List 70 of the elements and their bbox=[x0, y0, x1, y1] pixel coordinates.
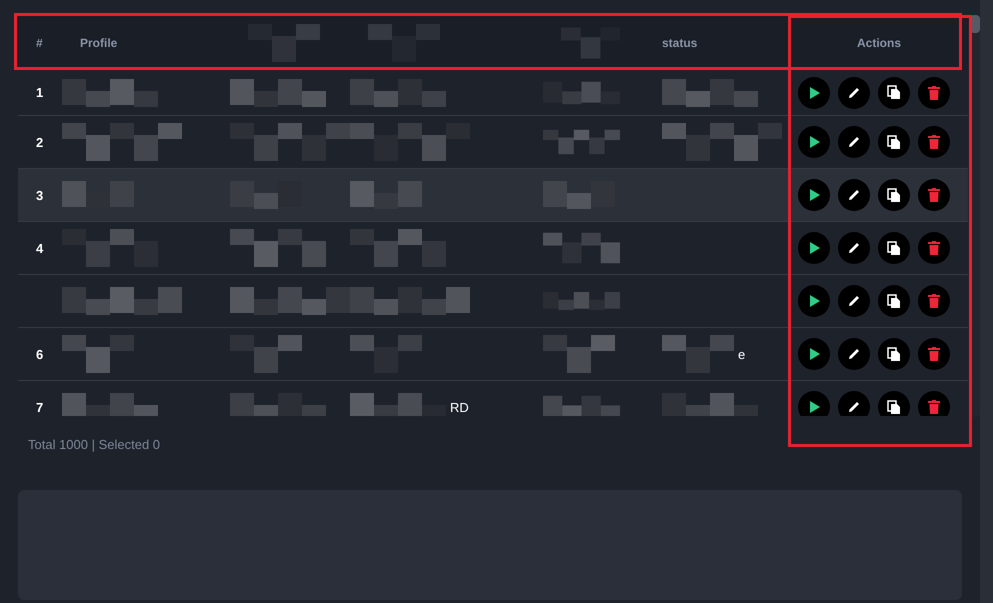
play-icon bbox=[807, 241, 821, 255]
column-header: Actions bbox=[856, 36, 901, 50]
copy-button[interactable] bbox=[878, 285, 910, 317]
row-number: 6 bbox=[36, 346, 44, 362]
edit-button[interactable] bbox=[838, 76, 870, 108]
play-icon bbox=[807, 400, 821, 414]
trash-icon bbox=[928, 400, 940, 414]
delete-button[interactable] bbox=[918, 391, 950, 416]
play-button[interactable] bbox=[798, 285, 830, 317]
play-button[interactable] bbox=[798, 232, 830, 264]
delete-button[interactable] bbox=[918, 126, 950, 158]
row-number: 7 bbox=[36, 400, 44, 414]
delete-button[interactable] bbox=[918, 76, 950, 108]
column-header: status bbox=[662, 36, 698, 50]
play-icon bbox=[807, 188, 821, 202]
edit-button[interactable] bbox=[838, 179, 870, 211]
edit-button[interactable] bbox=[838, 126, 870, 158]
delete-button[interactable] bbox=[918, 338, 950, 370]
trash-icon bbox=[928, 86, 940, 100]
trash-icon bbox=[928, 135, 940, 149]
copy-icon bbox=[887, 188, 901, 202]
play-icon bbox=[807, 294, 821, 308]
edit-button[interactable] bbox=[838, 338, 870, 370]
trash-icon bbox=[928, 294, 940, 308]
play-icon bbox=[807, 86, 821, 100]
row-number: 1 bbox=[36, 85, 44, 100]
copy-button[interactable] bbox=[878, 76, 910, 108]
copy-button[interactable] bbox=[878, 126, 910, 158]
play-button[interactable] bbox=[798, 338, 830, 370]
play-button[interactable] bbox=[798, 391, 830, 416]
edit-button[interactable] bbox=[838, 391, 870, 416]
delete-button[interactable] bbox=[918, 285, 950, 317]
copy-button[interactable] bbox=[878, 179, 910, 211]
play-button[interactable] bbox=[798, 126, 830, 158]
edit-button[interactable] bbox=[838, 285, 870, 317]
copy-icon bbox=[887, 134, 901, 150]
pencil-icon bbox=[847, 241, 861, 255]
copy-icon bbox=[887, 85, 901, 100]
play-button[interactable] bbox=[798, 179, 830, 211]
table-row[interactable]: 3 bbox=[18, 169, 968, 222]
column-header: # bbox=[36, 36, 43, 50]
copy-button[interactable] bbox=[878, 391, 910, 416]
trash-icon bbox=[928, 241, 940, 255]
row-number: 4 bbox=[36, 240, 44, 256]
play-icon bbox=[807, 347, 821, 361]
trash-icon bbox=[928, 188, 940, 202]
selection-summary: Total 1000 | Selected 0 bbox=[28, 437, 160, 452]
copy-icon bbox=[887, 240, 901, 256]
row-number: 2 bbox=[36, 134, 44, 150]
play-icon bbox=[807, 135, 821, 149]
trash-icon bbox=[928, 347, 940, 361]
pencil-icon bbox=[847, 400, 861, 414]
copy-button[interactable] bbox=[878, 232, 910, 264]
table-cell: e bbox=[738, 346, 746, 362]
column-header: Profile bbox=[80, 36, 118, 50]
copy-icon bbox=[887, 294, 901, 308]
delete-button[interactable] bbox=[918, 232, 950, 264]
pencil-icon bbox=[847, 294, 861, 308]
row-number: 3 bbox=[36, 188, 44, 202]
pencil-icon bbox=[847, 347, 861, 361]
pencil-icon bbox=[847, 86, 861, 100]
pencil-icon bbox=[847, 188, 861, 202]
copy-button[interactable] bbox=[878, 338, 910, 370]
table-cell: RD bbox=[450, 400, 469, 414]
delete-button[interactable] bbox=[918, 179, 950, 211]
copy-icon bbox=[887, 346, 901, 362]
pencil-icon bbox=[847, 135, 861, 149]
edit-button[interactable] bbox=[838, 232, 870, 264]
copy-icon bbox=[887, 400, 901, 414]
play-button[interactable] bbox=[798, 76, 830, 108]
